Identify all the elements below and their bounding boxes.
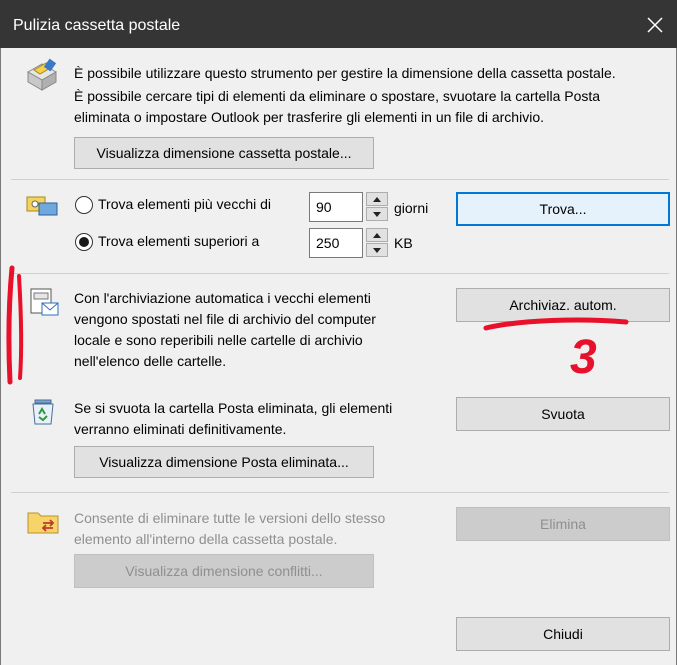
autoarchive-text-line3: locale e sono reperibili nelle cartelle … [74,332,363,348]
view-deleted-size-button[interactable]: Visualizza dimensione Posta eliminata... [74,446,374,478]
conflicts-folder-icon [27,512,59,534]
close-icon[interactable] [642,12,668,38]
delete-conflicts-button[interactable]: Elimina [456,507,670,541]
find-older-radio[interactable] [75,196,93,214]
find-button[interactable]: Trova... [456,192,670,226]
annotation-underline-mark [483,317,629,331]
intro-text-line2: È possibile cercare tipi di elementi da … [74,88,601,104]
arrow-up-icon [373,232,381,238]
intro-text-line1: È possibile utilizzare questo strumento … [74,65,616,81]
separator [11,273,669,274]
larger-size-down-button[interactable] [366,243,388,257]
recycle-bin-icon [32,399,54,425]
find-larger-radio[interactable] [75,233,93,251]
empty-deleted-button[interactable]: Svuota [456,397,670,431]
view-conflicts-size-button[interactable]: Visualizza dimensione conflitti... [74,554,374,588]
older-days-up-button[interactable] [366,192,388,206]
find-items-icon [26,196,58,216]
arrow-down-icon [373,211,381,217]
window-title: Pulizia cassetta postale [13,17,181,34]
arrow-down-icon [373,247,381,253]
view-mailbox-size-button[interactable]: Visualizza dimensione cassetta postale..… [74,137,374,169]
close-button[interactable]: Chiudi [456,617,670,651]
conflicts-text-line1: Consente di eliminare tutte le versioni … [74,510,386,526]
arrow-up-icon [373,196,381,202]
larger-size-input[interactable]: 250 [309,228,363,258]
find-older-label: Trova elementi più vecchi di [98,196,272,212]
conflicts-text-line2: elemento all'interno della cassetta post… [74,531,338,547]
older-days-input[interactable]: 90 [309,192,363,222]
autoarchive-text-line4: nell'elenco delle cartelle. [74,353,227,369]
find-larger-label: Trova elementi superiori a [98,233,260,249]
intro-text-line3: eliminata o impostare Outlook per trasfe… [74,109,544,125]
annotation-number: 3 [570,331,597,384]
deleted-text-line1: Se si svuota la cartella Posta eliminata… [74,400,393,416]
separator [11,179,669,180]
older-days-unit: giorni [394,200,429,216]
mailbox-cleanup-icon [26,58,58,91]
title-bar: Pulizia cassetta postale [0,0,677,48]
autoarchive-text-line2: vengono spostati nel file di archivio de… [74,311,376,327]
larger-size-unit: KB [394,235,413,251]
autoarchive-text-line1: Con l'archiviazione automatica i vecchi … [74,290,371,306]
older-days-down-button[interactable] [366,207,388,221]
separator [11,492,669,493]
annotation-bracket-mark [6,265,24,385]
larger-size-up-button[interactable] [366,228,388,242]
deleted-text-line2: verranno eliminati definitivamente. [74,421,287,437]
